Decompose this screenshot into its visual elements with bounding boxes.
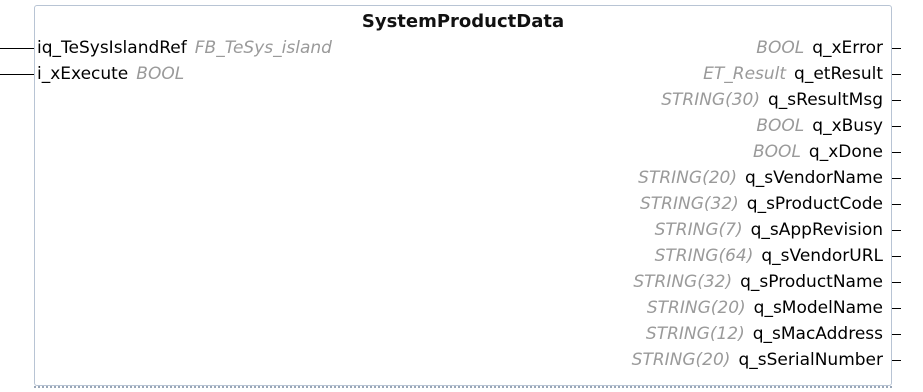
output-type: STRING(30): [661, 90, 760, 110]
output-connector-line: [892, 152, 901, 153]
input-name: i_xExecute: [37, 64, 129, 84]
block-title: SystemProductData: [361, 11, 565, 32]
output-pin-row: STRING(20) q_sVendorName: [630, 165, 883, 191]
output-name: q_sMacAddress: [752, 324, 883, 344]
output-name: q_sModelName: [753, 298, 883, 318]
output-connector-line: [892, 178, 901, 179]
output-name: q_sVendorName: [744, 168, 883, 188]
output-type: BOOL: [756, 116, 805, 136]
function-block: SystemProductData iq_TeSysIslandRef FB_Te…: [34, 5, 892, 386]
output-pin-row: STRING(20) q_sModelName: [639, 295, 883, 321]
output-name: q_xDone: [808, 142, 883, 162]
output-pin-row: BOOL q_xBusy: [748, 113, 883, 139]
output-connector-line: [892, 74, 901, 75]
output-name: q_sResultMsg: [768, 90, 883, 110]
output-type: STRING(20): [646, 298, 746, 318]
output-name: q_xBusy: [812, 116, 883, 136]
output-pin-row: STRING(32) q_sProductCode: [632, 191, 883, 217]
output-pin-row: STRING(20) q_sSerialNumber: [624, 347, 883, 373]
output-pin-row: STRING(64) q_sVendorURL: [647, 243, 883, 269]
output-type: STRING(32): [633, 272, 733, 292]
output-connector-line: [892, 308, 901, 309]
output-pin-row: STRING(7) q_sAppRevision: [647, 217, 883, 243]
output-pin-row: STRING(30) q_sResultMsg: [653, 87, 883, 113]
output-type: STRING(20): [638, 168, 737, 188]
output-connector-line: [892, 204, 901, 205]
output-type: STRING(12): [645, 324, 745, 344]
output-name: q_sProductCode: [746, 194, 883, 214]
block-bottom-border: [34, 386, 892, 388]
output-connector-line: [892, 360, 901, 361]
input-type: FB_TeSys_island: [194, 38, 332, 58]
output-name: q_sSerialNumber: [738, 350, 883, 370]
output-connector-line: [892, 230, 901, 231]
output-type: STRING(20): [631, 350, 731, 370]
output-type: BOOL: [753, 142, 801, 162]
output-connector-line: [892, 100, 901, 101]
output-name: q_xError: [812, 38, 883, 58]
output-pin-row: BOOL q_xError: [748, 35, 883, 61]
output-name: q_sAppRevision: [750, 220, 883, 240]
input-name: iq_TeSysIslandRef: [37, 38, 187, 58]
output-name: q_sVendorURL: [761, 246, 883, 266]
output-type: STRING(64): [654, 246, 754, 266]
output-connector-line: [892, 282, 901, 283]
output-name: q_sProductName: [740, 272, 883, 292]
output-connector-line: [892, 256, 901, 257]
output-connector-line: [892, 48, 901, 49]
input-type: BOOL: [136, 64, 185, 84]
output-pin-row: STRING(32) q_sProductName: [625, 269, 883, 295]
output-pin-row: BOOL q_xDone: [745, 139, 883, 165]
output-connector-line: [892, 334, 901, 335]
output-name: q_etResult: [794, 64, 883, 84]
output-type: BOOL: [756, 38, 805, 58]
input-pin-row: iq_TeSysIslandRef FB_TeSys_island: [37, 35, 340, 61]
input-connector-line: [0, 74, 34, 75]
output-type: ET_Result: [703, 64, 787, 84]
output-pin-row: STRING(12) q_sMacAddress: [638, 321, 883, 347]
input-pin-row: i_xExecute BOOL: [37, 61, 192, 87]
output-type: STRING(32): [639, 194, 739, 214]
input-connector-line: [0, 48, 34, 49]
output-connector-line: [892, 126, 901, 127]
output-type: STRING(7): [654, 220, 743, 240]
output-pin-row: ET_Result q_etResult: [695, 61, 883, 87]
